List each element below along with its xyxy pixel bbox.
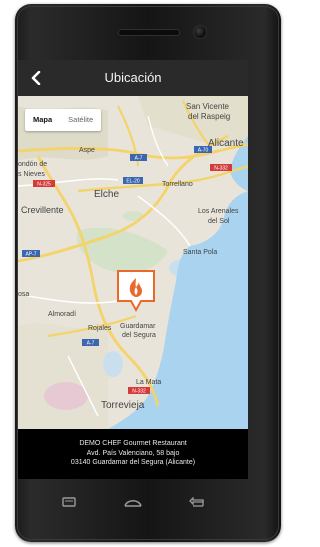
map-label: del Raspeig <box>188 112 230 121</box>
app-header: Ubicación <box>18 60 248 96</box>
svg-text:N-332: N-332 <box>214 166 228 172</box>
road-badge: AP-7 <box>22 250 40 258</box>
address-footer: DEMO CHEF Gourmet Restaurant Avd. País V… <box>18 429 248 479</box>
svg-text:AP-7: AP-7 <box>25 252 36 258</box>
address-city: 03140 Guardamar del Segura (Alicante) <box>70 459 196 466</box>
map-label: Santa Pola <box>183 249 217 256</box>
road-badge: EL-20 <box>123 177 143 185</box>
svg-text:A-70: A-70 <box>198 148 209 154</box>
road-badge: A-7 <box>82 339 99 347</box>
road-badge: N-332 <box>210 164 232 172</box>
address-line: Avd. País Valenciano, 58 bajo <box>86 449 180 457</box>
page-title: Ubicación <box>104 70 162 85</box>
earpiece-speaker <box>118 29 180 36</box>
restaurant-name: DEMO CHEF Gourmet Restaurant <box>79 440 187 447</box>
map-label: Elche <box>94 189 119 200</box>
map-label: San Vicente <box>186 102 230 111</box>
svg-text:N-325: N-325 <box>37 182 51 188</box>
back-icon[interactable] <box>182 492 212 512</box>
recent-apps-icon[interactable] <box>54 492 84 512</box>
road-badge: N-325 <box>33 180 55 188</box>
svg-text:A-7: A-7 <box>87 341 95 347</box>
map-label: Crevillente <box>21 205 64 215</box>
map-label: Aspe <box>79 147 95 154</box>
home-icon[interactable] <box>118 492 148 512</box>
svg-text:N-332: N-332 <box>132 389 146 395</box>
map-label: del Sol <box>208 218 230 225</box>
map-type-satellite-button[interactable]: Satélite <box>60 109 101 131</box>
map-label: del Segura <box>122 332 156 339</box>
map-label: s Nieves <box>18 171 45 178</box>
road-badge: N-332 <box>128 387 150 395</box>
map-label: osa <box>18 291 29 298</box>
map-view[interactable]: A-7 A-70 N-332 N-325 EL-20 AP-7 A-7 N-33… <box>18 96 248 429</box>
map-type-control: Mapa Satélite <box>25 109 102 131</box>
map-label: ondón de <box>18 161 47 168</box>
map-label: Alicante <box>208 138 244 149</box>
svg-text:A-7: A-7 <box>135 156 143 162</box>
map-label: Los Arenales <box>198 208 239 215</box>
map-type-map-button[interactable]: Mapa <box>25 109 60 131</box>
map-label: Guardamar <box>120 323 156 330</box>
map-canvas: A-7 A-70 N-332 N-325 EL-20 AP-7 A-7 N-33… <box>18 96 248 429</box>
map-label: La Mata <box>136 379 161 386</box>
svg-text:EL-20: EL-20 <box>126 179 140 185</box>
app-screen: Ubicación A-7 A-70 N-332 N-325 EL-20 AP-… <box>18 60 248 479</box>
android-nav-bar <box>18 488 248 516</box>
map-label: Almoradí <box>48 311 76 318</box>
map-label: Torrellano <box>162 181 193 188</box>
map-label: Torrevieja <box>101 400 145 411</box>
front-camera <box>193 25 207 39</box>
map-label: Rojales <box>88 325 112 332</box>
road-badge: A-7 <box>130 154 147 162</box>
